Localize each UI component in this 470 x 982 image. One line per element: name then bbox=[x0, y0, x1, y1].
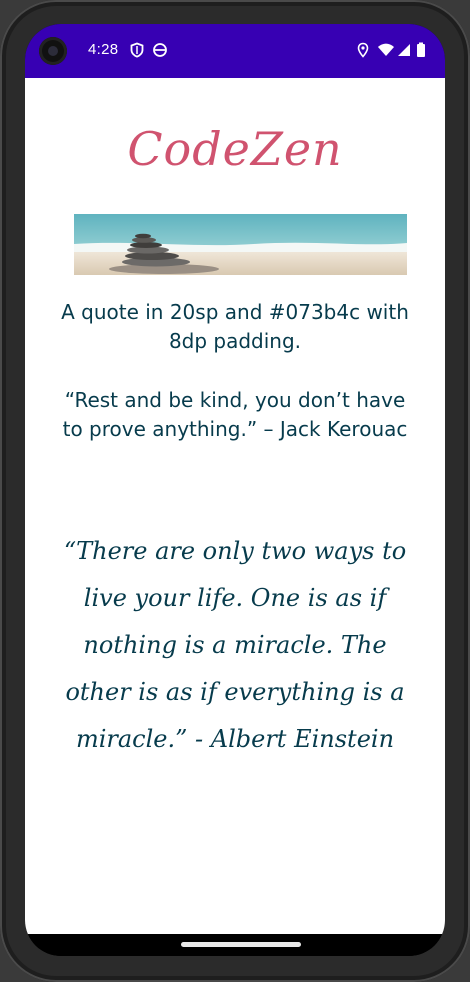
quote-intro-text: A quote in 20sp and #073b4c with 8dp pad… bbox=[61, 300, 409, 353]
home-gesture-handle[interactable] bbox=[181, 942, 301, 947]
device-frame: 4:28 CodeZen A quote in 20sp and #073b4c… bbox=[0, 0, 470, 982]
quote-kerouac-text: “Rest and be kind, you don’t have to pro… bbox=[62, 388, 408, 441]
app-content: CodeZen A quote in 20sp and #073b4c with… bbox=[25, 78, 445, 934]
status-bar: 4:28 bbox=[25, 24, 445, 78]
wifi-icon bbox=[378, 43, 394, 56]
front-camera bbox=[39, 37, 67, 65]
quote-einstein-text: “There are only two ways to live your li… bbox=[63, 537, 407, 753]
phone-screen: 4:28 CodeZen A quote in 20sp and #073b4c… bbox=[25, 24, 445, 956]
battery-icon bbox=[417, 42, 425, 57]
cellular-icon bbox=[398, 44, 410, 56]
status-time: 4:28 bbox=[88, 41, 119, 58]
navigation-bar bbox=[25, 934, 445, 956]
app-title: CodeZen bbox=[127, 122, 343, 176]
shield-icon bbox=[130, 42, 144, 58]
location-icon bbox=[357, 42, 369, 58]
beach-stacked-stones-image bbox=[74, 214, 407, 275]
face-icon bbox=[153, 43, 167, 57]
